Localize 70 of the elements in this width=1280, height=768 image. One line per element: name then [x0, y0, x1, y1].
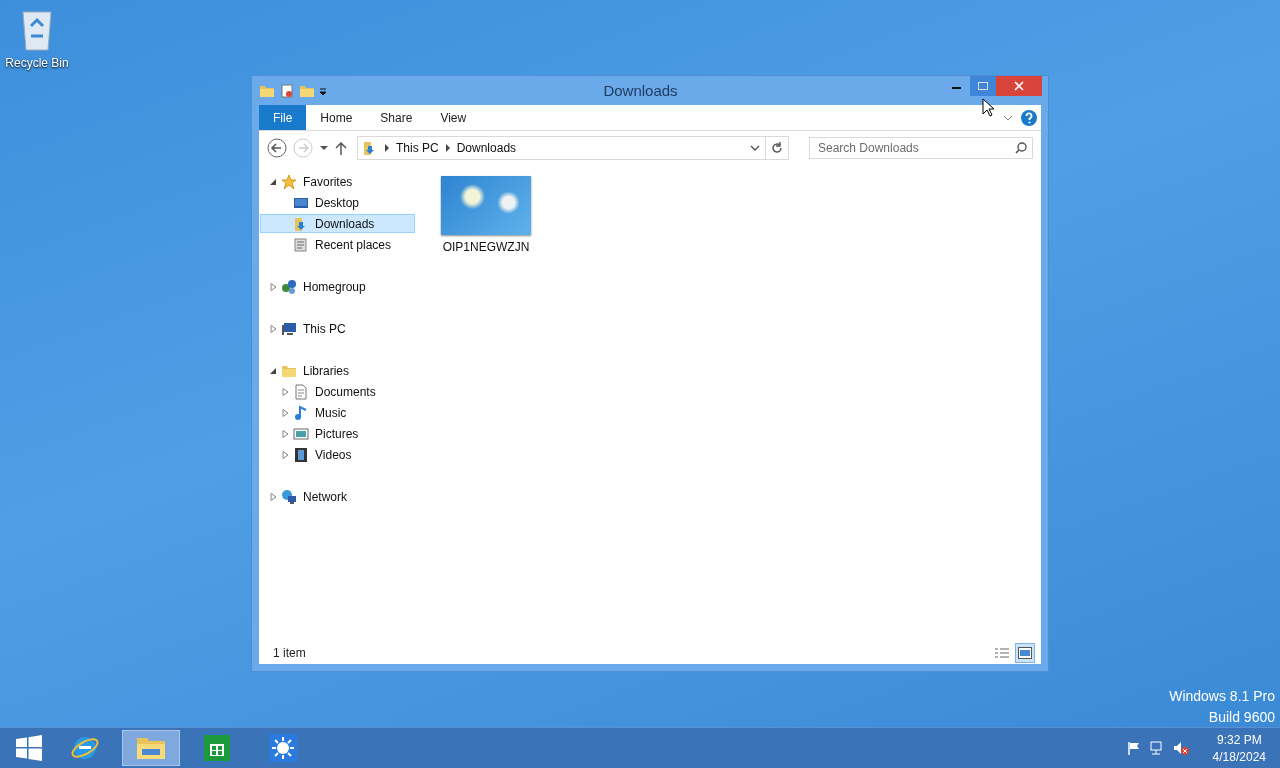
network-icon [281, 488, 297, 505]
breadcrumb-arrow-icon [384, 144, 390, 152]
search-icon [1015, 142, 1027, 154]
sun-icon [268, 733, 298, 763]
search-field[interactable]: Search Downloads [809, 137, 1033, 159]
taskbar-app-button[interactable] [122, 730, 180, 766]
film-icon [293, 446, 309, 463]
nav-tree-item[interactable]: Music [260, 403, 415, 422]
flag-icon [1126, 741, 1141, 755]
item-count: 1 item [273, 645, 306, 660]
nav-tree-item[interactable]: Videos [260, 445, 415, 464]
ribbon-tab[interactable]: View [426, 105, 481, 130]
edition-watermark-text: Build 9600 [1208, 709, 1275, 725]
windows-logo-icon [16, 735, 42, 761]
document-icon [293, 383, 309, 400]
breadcrumb-arrow-icon [444, 144, 451, 152]
dropdown-caret-icon [319, 86, 327, 95]
expanded-arrow-icon [270, 177, 277, 186]
up-button[interactable] [335, 141, 347, 155]
collapsed-arrow-icon [282, 429, 289, 438]
nav-tree-item[interactable]: Downloads [260, 214, 415, 233]
nav-tree-item[interactable]: Favorites [260, 172, 415, 191]
help-icon [1021, 109, 1037, 126]
collapsed-arrow-icon [282, 408, 289, 417]
address-bar[interactable]: This PC Downloads [357, 136, 789, 160]
ribbon-tab[interactable]: Share [366, 105, 427, 130]
nav-tree-item[interactable]: Recent places [260, 235, 415, 254]
breadcrumb[interactable]: This PC [396, 141, 439, 155]
nav-tree-item[interactable]: Documents [260, 382, 415, 401]
close-button[interactable] [996, 76, 1042, 96]
nav-tree-item[interactable]: This PC [260, 319, 415, 338]
caret-icon [319, 145, 329, 151]
collapsed-arrow-icon [282, 450, 289, 459]
up-arrow-icon [335, 141, 347, 155]
nav-tree-item[interactable]: Network [260, 487, 415, 506]
file-menu-tab[interactable]: File [259, 105, 307, 130]
picture-icon [293, 425, 309, 442]
homegroup-icon [281, 278, 297, 295]
breadcrumb[interactable]: Downloads [456, 141, 517, 155]
music-note-icon [293, 404, 309, 421]
view-toggle-button[interactable] [1015, 642, 1035, 663]
expand-ribbon-chevron-icon [1003, 113, 1013, 122]
recent-places-icon [293, 236, 309, 253]
maximize-icon [978, 81, 988, 91]
file-name[interactable]: OIP1NEGWZJN [442, 240, 530, 254]
details-view-icon [995, 646, 1009, 659]
photo-placeholder[interactable] [441, 176, 531, 235]
expanded-arrow-icon [270, 366, 277, 375]
edition-watermark-text: Windows 8.1 Pro [1169, 688, 1275, 704]
clock[interactable]: 9:32 PM 4/18/2024 [1212, 732, 1266, 764]
nav-tree-item[interactable]: Pictures [260, 424, 415, 443]
ribbon-tab[interactable]: Home [306, 105, 367, 130]
folder-icon [136, 735, 166, 761]
nav-tree-item[interactable]: Libraries [260, 361, 415, 380]
network-icon [1148, 741, 1165, 755]
back-button[interactable] [267, 138, 287, 158]
recent-locations-button[interactable] [319, 145, 329, 151]
collapsed-arrow-icon [282, 387, 289, 396]
collapsed-arrow-icon [270, 492, 277, 501]
speaker-muted-icon [1172, 741, 1189, 755]
computer-icon [281, 320, 297, 337]
collapsed-arrow-icon [270, 282, 277, 291]
properties-icon [279, 82, 295, 99]
star-icon [281, 173, 297, 190]
large-icons-view-icon [1018, 646, 1032, 659]
window-title: Downloads [602, 82, 679, 99]
nav-tree-item[interactable]: Desktop [260, 193, 415, 212]
close-icon [1014, 81, 1024, 91]
nav-tree-item[interactable]: Homegroup [260, 277, 415, 296]
collapsed-arrow-icon [270, 324, 277, 333]
